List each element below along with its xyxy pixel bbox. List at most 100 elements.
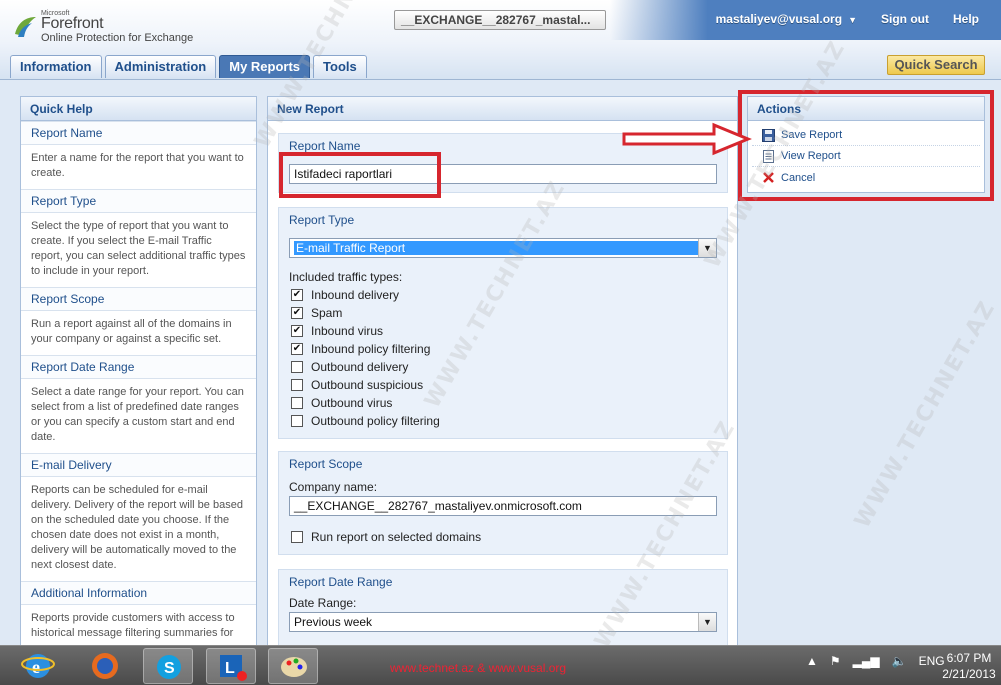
traffic-type-label: Inbound delivery <box>311 288 400 302</box>
report-type-select[interactable]: E-mail Traffic Report ▼ <box>289 238 717 258</box>
traffic-type-row[interactable]: Outbound suspicious <box>291 378 423 392</box>
selected-domains-row[interactable]: Run report on selected domains <box>291 530 481 544</box>
help-item: Report Scope Run a report against all of… <box>21 287 256 355</box>
flag-icon[interactable]: ⚑ <box>830 654 841 668</box>
traffic-type-checkbox[interactable] <box>291 361 303 373</box>
quick-help-title: Quick Help <box>21 97 256 121</box>
tab-administration[interactable]: Administration <box>104 55 217 78</box>
forefront-logo: Microsoft Forefront Online Protection fo… <box>10 10 210 50</box>
footer-credit: www.technet.az & www.vusal.org <box>390 661 567 675</box>
company-name-label: Company name: <box>289 480 378 494</box>
tab-my-reports[interactable]: My Reports <box>219 55 311 78</box>
traffic-type-label: Inbound policy filtering <box>311 342 431 356</box>
tab-information[interactable]: Information <box>10 55 102 78</box>
tenant-selector[interactable]: __EXCHANGE__282767_mastal... <box>394 10 606 30</box>
chevron-down-icon[interactable]: ▼ <box>698 613 716 631</box>
help-heading: Report Scope <box>21 287 256 311</box>
help-text: Reports can be scheduled for e-mail deli… <box>31 484 243 571</box>
show-hidden-icons[interactable]: ▲ <box>806 654 818 668</box>
traffic-type-label: Inbound virus <box>311 324 384 338</box>
traffic-type-checkbox[interactable]: ✔ <box>291 307 303 319</box>
traffic-type-checkbox[interactable] <box>291 397 303 409</box>
logo-subtitle: Online Protection for Exchange <box>41 32 194 44</box>
traffic-type-row[interactable]: Outbound virus <box>291 396 392 410</box>
traffic-type-row[interactable]: ✔ Inbound policy filtering <box>291 342 430 356</box>
traffic-type-row[interactable]: ✔ Spam <box>291 306 342 320</box>
skype-icon: S <box>157 655 181 679</box>
callout-arrow-icon <box>622 122 752 156</box>
system-clock[interactable]: 6:07 PM 2/21/2013 <box>940 650 998 682</box>
chevron-down-icon: ▼ <box>848 15 857 25</box>
help-text: Run a report against all of the domains … <box>31 318 232 345</box>
traffic-type-label: Spam <box>311 306 343 320</box>
traffic-type-row[interactable]: Outbound policy filtering <box>291 414 440 428</box>
report-type-section: Report Type E-mail Traffic Report ▼ Incl… <box>278 207 728 439</box>
help-item: Report Date Range Select a date range fo… <box>21 355 256 453</box>
taskbar-skype[interactable]: S <box>143 648 193 684</box>
traffic-type-label: Outbound suspicious <box>311 378 424 392</box>
help-heading: Report Type <box>21 189 256 213</box>
help-heading: Report Date Range <box>21 355 256 379</box>
report-scope-heading: Report Scope <box>289 457 363 471</box>
traffic-type-checkbox[interactable]: ✔ <box>291 289 303 301</box>
help-item: Report Name Enter a name for the report … <box>21 121 256 189</box>
date-range-select[interactable]: Previous week ▼ <box>289 612 717 632</box>
svg-text:S: S <box>164 660 175 677</box>
help-text: Enter a name for the report that you wan… <box>31 152 244 179</box>
volume-icon[interactable]: 🔈 <box>892 654 907 668</box>
lync-icon: L <box>220 655 247 681</box>
forefront-logo-icon <box>15 17 36 37</box>
traffic-type-label: Outbound policy filtering <box>311 414 440 428</box>
company-name-input[interactable]: __EXCHANGE__282767_mastaliyev.onmicrosof… <box>289 496 717 516</box>
traffic-type-checkbox[interactable] <box>291 415 303 427</box>
report-date-range-heading: Report Date Range <box>289 575 393 589</box>
svg-text:e: e <box>32 657 40 677</box>
help-item: E-mail Delivery Reports can be scheduled… <box>21 453 256 581</box>
report-type-heading: Report Type <box>289 213 355 227</box>
included-traffic-label: Included traffic types: <box>289 270 403 284</box>
date-range-selected: Previous week <box>294 615 373 629</box>
help-text: Reports provide customers with access to… <box>31 612 235 639</box>
main-tabs: Information Administration My Reports To… <box>10 55 367 78</box>
traffic-type-checkbox[interactable]: ✔ <box>291 343 303 355</box>
ie-icon: e <box>21 654 55 678</box>
paint-icon <box>281 657 307 677</box>
start-button[interactable]: e <box>10 648 66 684</box>
date-range-label: Date Range: <box>289 596 357 610</box>
clock-date: 2/21/2013 <box>942 667 996 681</box>
help-item: Additional Information Reports provide c… <box>21 581 256 647</box>
taskbar-paint[interactable] <box>268 648 318 684</box>
sign-out-link[interactable]: Sign out <box>881 12 929 26</box>
traffic-type-checkbox[interactable] <box>291 379 303 391</box>
firefox-icon <box>92 653 118 679</box>
report-date-range-section: Report Date Range Date Range: Previous w… <box>278 569 728 647</box>
traffic-type-checkbox[interactable]: ✔ <box>291 325 303 337</box>
selected-domains-checkbox[interactable] <box>291 531 303 543</box>
report-scope-section: Report Scope Company name: __EXCHANGE__2… <box>278 451 728 555</box>
traffic-type-label: Outbound delivery <box>311 360 409 374</box>
tab-tools[interactable]: Tools <box>313 55 367 78</box>
chevron-down-icon[interactable]: ▼ <box>698 239 716 257</box>
quick-help-panel: Quick Help Report Name Enter a name for … <box>20 96 257 648</box>
actions-callout <box>738 90 994 201</box>
help-text: Select the type of report that you want … <box>31 220 246 277</box>
help-heading: Report Name <box>21 121 256 145</box>
svg-text:L: L <box>225 660 235 677</box>
help-text: Select a date range for your report. You… <box>31 386 244 443</box>
clock-time: 6:07 PM <box>946 651 992 665</box>
system-tray: ▲ ⚑ ▂▄▆ 🔈 ENG <box>806 654 945 668</box>
traffic-type-row[interactable]: Outbound delivery <box>291 360 408 374</box>
traffic-type-row[interactable]: ✔ Inbound delivery <box>291 288 399 302</box>
help-link[interactable]: Help <box>953 12 979 26</box>
quick-search-button[interactable]: Quick Search <box>887 55 985 75</box>
report-type-selected: E-mail Traffic Report <box>294 241 698 255</box>
network-icon[interactable]: ▂▄▆ <box>853 654 880 668</box>
selected-domains-label: Run report on selected domains <box>311 530 482 544</box>
taskbar-firefox[interactable] <box>80 648 130 684</box>
windows-taskbar: e S L www.technet.az & www.vusal.org ▲ ⚑… <box>0 645 1001 685</box>
taskbar-lync[interactable]: L <box>206 648 256 684</box>
user-menu[interactable]: mastaliyev@vusal.org ▼ <box>716 12 857 26</box>
new-report-title: New Report <box>268 97 737 121</box>
traffic-type-row[interactable]: ✔ Inbound virus <box>291 324 383 338</box>
logo-product: Forefront <box>41 15 104 32</box>
